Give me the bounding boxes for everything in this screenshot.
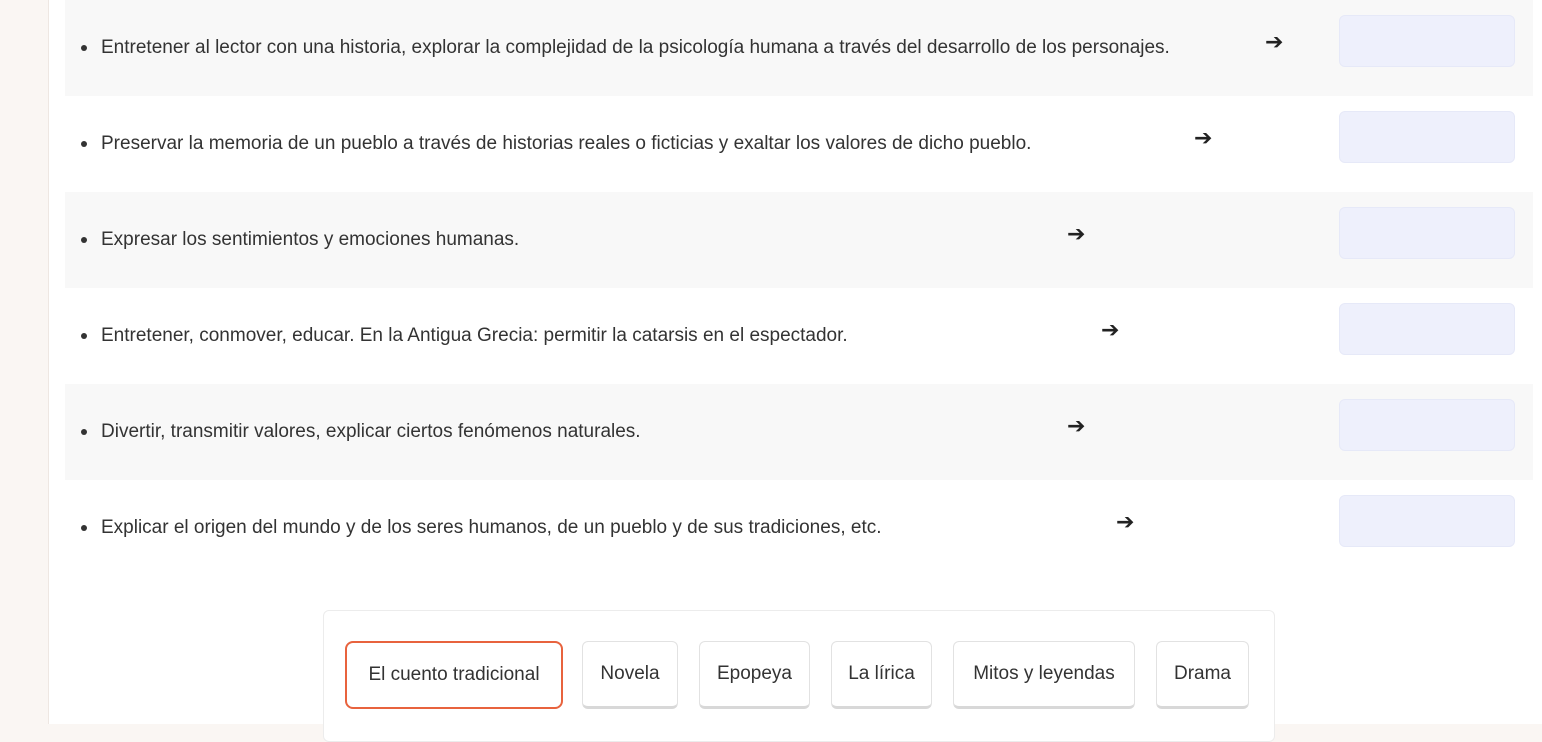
bullet-icon [81, 333, 87, 339]
drop-zone[interactable] [1339, 15, 1515, 67]
arrow-right-icon: ➔ [1116, 509, 1135, 534]
option-epopeya[interactable]: Epopeya [699, 641, 810, 709]
option-el-cuento-tradicional[interactable]: El cuento tradicional [345, 641, 563, 709]
row-text: Divertir, transmitir valores, explicar c… [101, 421, 641, 442]
option-drama[interactable]: Drama [1156, 641, 1249, 709]
arrow-right-icon: ➔ [1265, 29, 1284, 54]
match-row: Entretener al lector con una historia, e… [65, 0, 1533, 96]
bullet-icon [81, 141, 87, 147]
option-novela[interactable]: Novela [582, 641, 678, 709]
match-row: Entretener, conmover, educar. En la Anti… [65, 288, 1533, 384]
match-row: Expresar los sentimientos y emociones hu… [65, 192, 1533, 288]
bullet-icon [81, 237, 87, 243]
arrow-right-icon: ➔ [1067, 413, 1086, 438]
row-text: Explicar el origen del mundo y de los se… [101, 517, 882, 538]
bullet-icon [81, 525, 87, 531]
arrow-right-icon: ➔ [1101, 317, 1120, 342]
match-row: Preservar la memoria de un pueblo a trav… [65, 96, 1533, 192]
row-text: Expresar los sentimientos y emociones hu… [101, 229, 520, 250]
row-text: Entretener al lector con una historia, e… [101, 37, 1170, 58]
row-text: Preservar la memoria de un pueblo a trav… [101, 133, 1032, 154]
option-la-lirica[interactable]: La lírica [831, 641, 932, 709]
match-row: Explicar el origen del mundo y de los se… [65, 480, 1533, 576]
bullet-icon [81, 429, 87, 435]
arrow-right-icon: ➔ [1067, 221, 1086, 246]
match-rows: Entretener al lector con una historia, e… [65, 0, 1533, 576]
drop-zone[interactable] [1339, 303, 1515, 355]
drop-zone[interactable] [1339, 495, 1515, 547]
option-mitos-y-leyendas[interactable]: Mitos y leyendas [953, 641, 1135, 709]
bullet-icon [81, 45, 87, 51]
row-text: Entretener, conmover, educar. En la Anti… [101, 325, 848, 346]
answer-bank: El cuento tradicional Novela Epopeya La … [323, 610, 1275, 742]
drop-zone[interactable] [1339, 207, 1515, 259]
drop-zone[interactable] [1339, 111, 1515, 163]
drop-zone[interactable] [1339, 399, 1515, 451]
match-row: Divertir, transmitir valores, explicar c… [65, 384, 1533, 480]
exercise-page: Entretener al lector con una historia, e… [48, 0, 1542, 742]
arrow-right-icon: ➔ [1194, 125, 1213, 150]
